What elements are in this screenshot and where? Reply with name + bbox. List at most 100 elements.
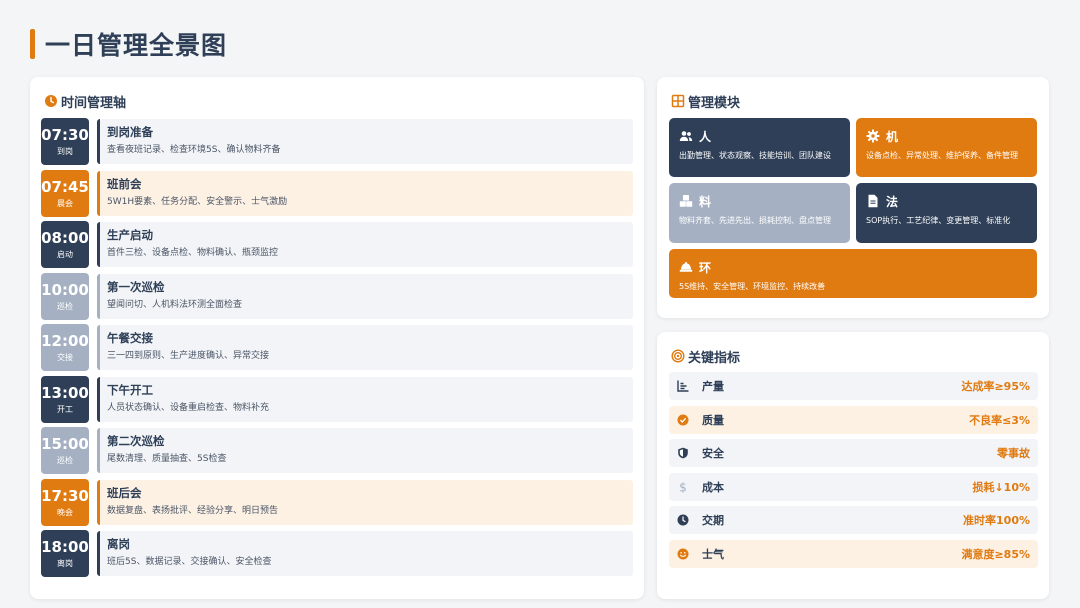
kpi-row-quality: 质量 不良率≤3% [669, 405, 1038, 434]
time-badge: 18:00 离岗 [41, 530, 89, 577]
time-value: 13:00 [41, 383, 89, 402]
module-desc: SOP执行、工艺纪律、变更管理、标准化 [866, 216, 1011, 225]
time-tag: 巡检 [57, 456, 73, 465]
timeline-title: 离岗 [107, 537, 130, 551]
timeline-title: 下午开工 [107, 382, 153, 397]
timeline-item: 07:45 晨会 班前会 5W1H要素、任务分配、安全警示、士气激励 [41, 169, 633, 217]
timeline-item: 07:30 到岗 到岗准备查看夜班记录、检查环境5S、确认物料齐备 [41, 118, 633, 165]
time-tag: 到岗 [57, 147, 73, 156]
time-tag: 启动 [57, 250, 73, 259]
time-badge: 10:00 巡检 [41, 272, 89, 320]
kpi-row-safety: 安全 零事故 [669, 439, 1038, 468]
module-desc: 出勤管理、状态观察、技能培训、团队建设 [679, 151, 831, 160]
gear-icon [866, 129, 880, 143]
check-circle-icon [677, 414, 689, 426]
time-tag: 晨会 [57, 198, 73, 208]
timeline-content: 到岗准备查看夜班记录、检查环境5S、确认物料齐备 [97, 119, 633, 164]
module-desc: 物料齐套、先进先出、损耗控制、盘点管理 [679, 216, 831, 225]
module-desc: 5S维持、安全管理、环境监控、持续改善 [679, 282, 826, 291]
title-accent-bar [30, 29, 35, 59]
kpi-row-cost: $ 成本 损耗↓10% [669, 472, 1038, 501]
timeline-item: 10:00 巡检 第一次巡检 望闻问切、人机料法环测全面检查 [41, 272, 633, 320]
timeline-desc: 首件三检、设备点检、物料确认、瓶颈监控 [107, 248, 279, 258]
module-name: 机 [886, 129, 899, 144]
timeline-item: 17:30 晚会 班后会数据复盘、表扬批评、经验分享、明日预告 [41, 478, 633, 526]
timeline-item: 12:00 交接 午餐交接 三一四到原则、生产进度确认、异常交接 [41, 324, 633, 371]
module-people[interactable]: 人 出勤管理、状态观察、技能培训、团队建设 [669, 118, 850, 177]
timeline-item: 13:00 开工 下午开工人员状态确认、设备重启检查、物料补充 [41, 375, 633, 423]
kpi-value: 不良率≤3% [969, 413, 1030, 427]
grid-icon [671, 94, 685, 108]
module-machine[interactable]: 机 设备点检、异常处理、维护保养、备件管理 [856, 118, 1037, 177]
module-desc: 设备点检、异常处理、维护保养、备件管理 [866, 151, 1018, 160]
time-badge: 08:00 启动 [41, 221, 89, 268]
timeline-desc: 5W1H要素、任务分配、安全警示、士气激励 [107, 196, 288, 207]
time-value: 18:00 [41, 538, 89, 556]
time-value: 12:00 [41, 332, 89, 350]
timeline-title: 到岗准备 [107, 125, 153, 139]
timeline-card: 时间管理轴 07:30 到岗 到岗准备查看夜班记录、检查环境5S、确认物料齐备 0… [30, 77, 644, 599]
kpi-value: 满意度≥85% [961, 547, 1030, 561]
module-environment[interactable]: 环 5S维持、安全管理、环境监控、持续改善 [669, 249, 1037, 298]
title-bar: 一日管理全景图 [30, 28, 227, 60]
timeline-list: 07:30 到岗 到岗准备查看夜班记录、检查环境5S、确认物料齐备 07:45 晨会… [41, 118, 633, 582]
timeline-content: 离岗 班后5S、数据记录、交接确认、安全检查 [97, 531, 633, 576]
module-name: 环 [699, 260, 712, 275]
kpi-row-output: 产量 达成率≥95% [669, 372, 1038, 400]
timeline-content: 下午开工人员状态确认、设备重启检查、物料补充 [97, 376, 633, 422]
page-title: 一日管理全景图 [45, 31, 228, 60]
time-tag: 离岗 [57, 559, 73, 568]
timeline-item: 15:00 巡检 第二次巡检 尾数清理、质量抽查、5S检查 [41, 427, 633, 474]
kpi-heading-text: 关键指标 [688, 350, 741, 366]
modules-heading-text: 管理模块 [688, 95, 741, 111]
timeline-heading-text: 时间管理轴 [61, 95, 127, 111]
helmet-icon [679, 260, 693, 274]
shield-icon [677, 447, 689, 459]
timeline-item: 18:00 离岗 离岗 班后5S、数据记录、交接确认、安全检查 [41, 530, 633, 577]
kpi-heading: 关键指标 [671, 346, 740, 366]
kpi-value: 达成率≥95% [961, 380, 1030, 393]
boxes-icon [679, 194, 693, 208]
timeline-content: 午餐交接 三一四到原则、生产进度确认、异常交接 [97, 325, 633, 370]
timeline-item: 08:00 启动 生产启动 首件三检、设备点检、物料确认、瓶颈监控 [41, 221, 633, 268]
timeline-content: 班后会数据复盘、表扬批评、经验分享、明日预告 [97, 479, 633, 525]
timeline-desc: 望闻问切、人机料法环测全面检查 [107, 299, 243, 310]
time-tag: 巡检 [57, 301, 73, 311]
timeline-desc: 数据复盘、表扬批评、经验分享、明日预告 [107, 505, 279, 516]
time-value: 07:30 [41, 126, 89, 144]
time-value: 07:45 [41, 177, 89, 196]
timeline-desc: 尾数清理、质量抽查、5S检查 [107, 454, 227, 464]
clock-icon [44, 94, 58, 108]
module-name: 法 [886, 194, 899, 209]
kpi-list: 产量 达成率≥95% 质量 不良率≤3% 安全 零事故 $ 成本 损耗↓10% … [669, 372, 1038, 574]
timeline-desc: 人员状态确认、设备重启检查、物料补充 [107, 402, 270, 413]
timeline-desc: 查看夜班记录、检查环境5S、确认物料齐备 [107, 145, 281, 155]
time-badge: 13:00 开工 [41, 375, 89, 423]
kpi-row-delivery: 交期 准时率100% [669, 506, 1038, 535]
timeline-title: 班后会 [107, 485, 142, 500]
time-badge: 12:00 交接 [41, 324, 89, 371]
smile-icon [677, 548, 689, 560]
module-material[interactable]: 料 物料齐套、先进先出、损耗控制、盘点管理 [669, 183, 850, 243]
time-badge: 07:45 晨会 [41, 169, 89, 217]
module-name: 料 [699, 194, 712, 209]
module-method[interactable]: 法 SOP执行、工艺纪律、变更管理、标准化 [856, 183, 1037, 243]
time-badge: 15:00 巡检 [41, 427, 89, 474]
timeline-content: 第二次巡检 尾数清理、质量抽查、5S检查 [97, 428, 633, 473]
kpi-name: 交期 [702, 514, 724, 528]
svg-text:$: $ [679, 481, 687, 493]
time-badge: 17:30 晚会 [41, 478, 89, 526]
timeline-title: 午餐交接 [107, 331, 153, 345]
chart-icon [677, 380, 689, 392]
kpi-value: 准时率100% [963, 514, 1030, 528]
time-tag: 晚会 [57, 507, 73, 517]
modules-card: 管理模块 人 出勤管理、状态观察、技能培训、团队建设 机 设备点检、异常处理、维… [657, 77, 1049, 318]
time-value: 15:00 [41, 435, 89, 453]
time-value: 17:30 [41, 486, 89, 505]
kpi-value: 损耗↓10% [972, 480, 1030, 494]
kpi-name: 质量 [702, 413, 724, 427]
time-value: 10:00 [41, 280, 89, 299]
time-badge: 07:30 到岗 [41, 118, 89, 165]
timeline-content: 第一次巡检 望闻问切、人机料法环测全面检查 [97, 273, 633, 319]
clock-icon [677, 514, 689, 526]
